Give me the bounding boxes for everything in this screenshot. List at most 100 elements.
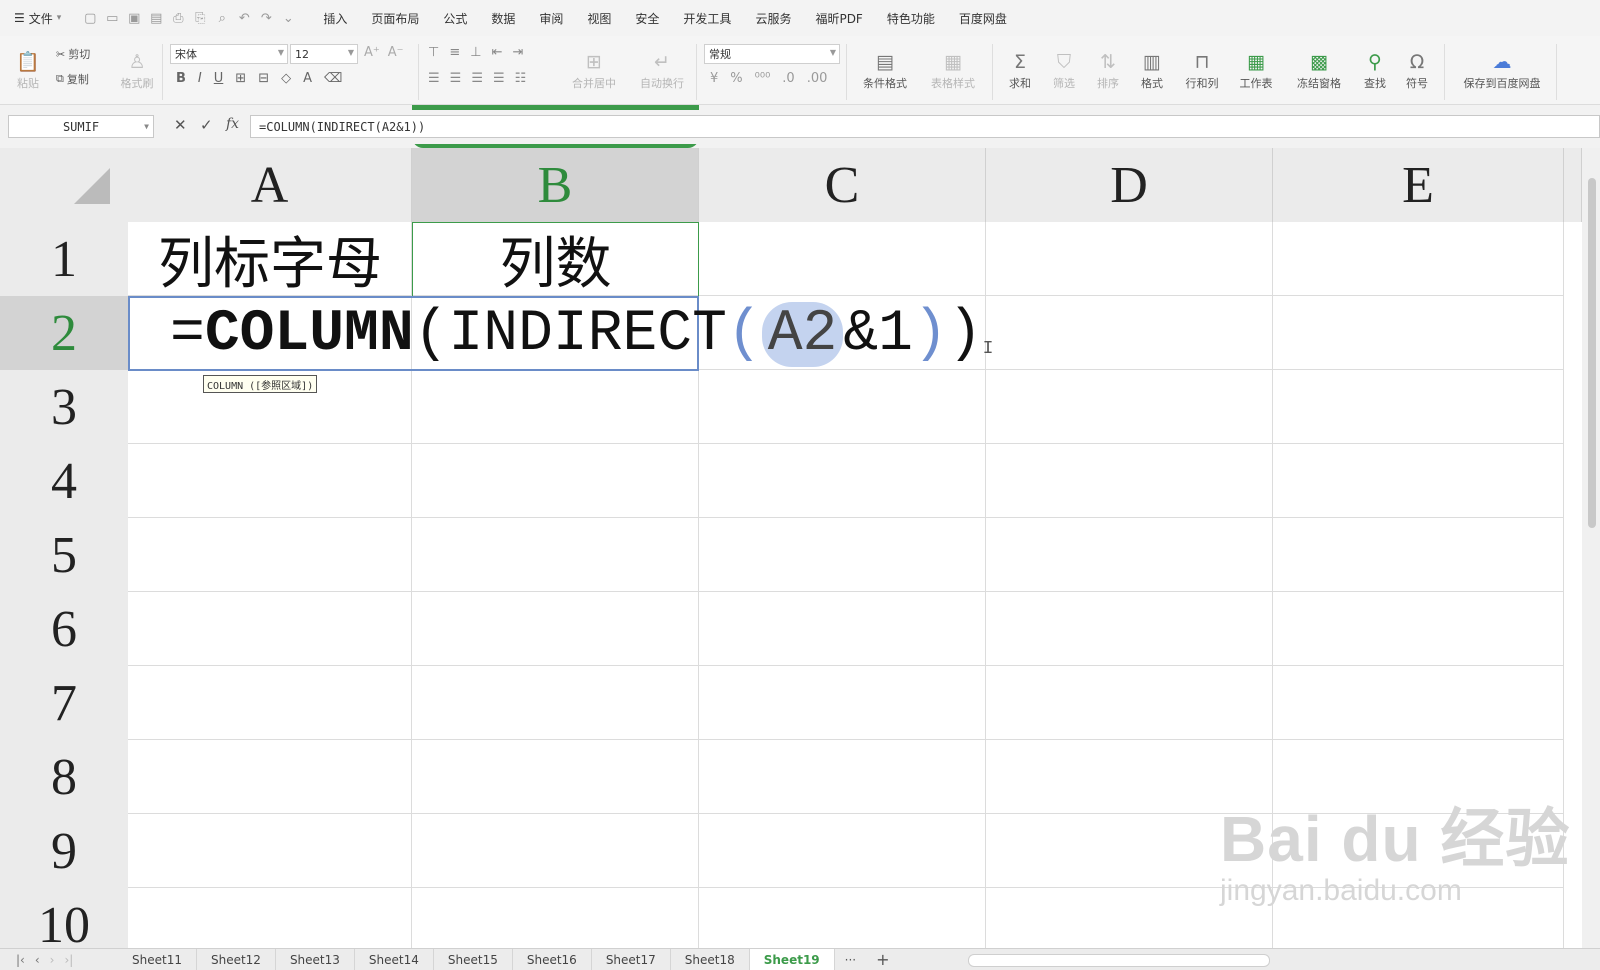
indent-icon[interactable]: ⇥ (512, 45, 523, 60)
filter-button[interactable]: ⛉ 筛选 (1044, 44, 1084, 98)
tab-7[interactable]: 安全 (623, 10, 671, 27)
export-pdf-icon[interactable]: ▤ (147, 9, 165, 27)
copy-button[interactable]: ⧉ 复制 (56, 71, 89, 87)
column-header-c[interactable]: C (699, 148, 986, 222)
align-center-icon[interactable]: ☰ (450, 71, 462, 86)
decrease-decimal-icon[interactable]: .00 (807, 71, 828, 86)
row-header-3[interactable]: 3 (0, 370, 128, 445)
currency-icon[interactable]: ¥ (710, 71, 718, 86)
more-sheets-button[interactable]: ··· (835, 953, 866, 967)
select-all-corner[interactable] (0, 148, 128, 222)
sheet-tab-sheet13[interactable]: Sheet13 (276, 949, 355, 970)
decrease-font-icon[interactable]: A⁻ (388, 45, 404, 60)
row-header-2[interactable]: 2 (0, 296, 128, 371)
file-menu-button[interactable]: ☰ 文件 ▾ (0, 10, 67, 27)
tab-4[interactable]: 数据 (479, 10, 527, 27)
confirm-icon[interactable]: ✓ (200, 116, 213, 134)
merge-border-icon[interactable]: ⊟ (258, 71, 269, 86)
underline-icon[interactable]: U (214, 71, 224, 86)
tab-11[interactable]: 特色功能 (875, 10, 947, 27)
row-header-7[interactable]: 7 (0, 666, 128, 741)
cell-a1[interactable]: 列标字母 (128, 222, 412, 297)
table-style-button[interactable]: ▦ 表格样式 (920, 44, 986, 98)
align-left-icon[interactable]: ☰ (428, 71, 440, 86)
save-to-baidu-button[interactable]: ☁ 保存到百度网盘 (1452, 44, 1552, 98)
name-box[interactable]: SUMIF ▼ (8, 115, 154, 138)
tab-12[interactable]: 百度网盘 (947, 10, 1019, 27)
format-button[interactable]: ▥ 格式 (1132, 44, 1172, 98)
number-format-select[interactable]: 常规 ▼ (704, 44, 840, 64)
print-preview-icon[interactable]: ⎘ (191, 9, 209, 27)
horizontal-scrollbar[interactable] (968, 954, 1270, 967)
rows-cols-button[interactable]: ⊓ 行和列 (1178, 44, 1226, 98)
print-icon[interactable]: ⎙ (169, 9, 187, 27)
sheet-tab-sheet19[interactable]: Sheet19 (749, 949, 835, 970)
column-header-a[interactable]: A (128, 148, 412, 222)
redo-icon[interactable]: ↷ (257, 9, 275, 27)
sheet-tab-sheet17[interactable]: Sheet17 (592, 949, 671, 970)
conditional-format-button[interactable]: ▤ 条件格式 (852, 44, 918, 98)
italic-icon[interactable]: I (198, 71, 202, 86)
cancel-icon[interactable]: ✕ (174, 116, 187, 134)
vertical-scrollbar[interactable] (1582, 148, 1600, 948)
cut-button[interactable]: ✂ 剪切 (56, 46, 90, 62)
border-icon[interactable]: ⊞ (235, 71, 246, 86)
find-button[interactable]: ⚲ 查找 (1356, 44, 1394, 98)
wrap-text-button[interactable]: ↵ 自动换行 (634, 44, 690, 98)
column-header-d[interactable]: D (986, 148, 1273, 222)
sheet-tab-sheet12[interactable]: Sheet12 (197, 949, 276, 970)
row-header-8[interactable]: 8 (0, 740, 128, 815)
sheet-tab-sheet15[interactable]: Sheet15 (434, 949, 513, 970)
column-header-e[interactable]: E (1273, 148, 1564, 222)
column-header-b[interactable]: B (412, 148, 699, 222)
symbol-button[interactable]: Ω 符号 (1398, 44, 1436, 98)
row-header-6[interactable]: 6 (0, 592, 128, 667)
font-name-select[interactable]: 宋体 ▼ (170, 44, 288, 64)
align-middle-icon[interactable]: ≡ (449, 45, 460, 60)
percent-icon[interactable]: % (730, 71, 742, 86)
row-header-9[interactable]: 9 (0, 814, 128, 889)
sheet-tab-sheet14[interactable]: Sheet14 (355, 949, 434, 970)
first-sheet-icon[interactable]: |‹ (16, 953, 25, 967)
row-header-1[interactable]: 1 (0, 222, 128, 297)
justify-icon[interactable]: ☰ (493, 71, 505, 86)
tab-2[interactable]: 页面布局 (359, 10, 431, 27)
prev-sheet-icon[interactable]: ‹ (35, 953, 40, 967)
tab-1[interactable]: 插入 (311, 10, 359, 27)
add-sheet-button[interactable]: + (866, 950, 899, 969)
row-header-5[interactable]: 5 (0, 518, 128, 593)
merge-center-button[interactable]: ⊞ 合并居中 (566, 44, 622, 98)
increase-font-icon[interactable]: A⁺ (364, 45, 380, 60)
align-bottom-icon[interactable]: ⊥ (470, 45, 481, 60)
row-header-4[interactable]: 4 (0, 444, 128, 519)
increase-decimal-icon[interactable]: .0 (782, 71, 794, 86)
sum-button[interactable]: Σ 求和 (1000, 44, 1040, 98)
tab-6[interactable]: 视图 (575, 10, 623, 27)
tab-5[interactable]: 审阅 (527, 10, 575, 27)
open-folder-icon[interactable]: ▭ (103, 9, 121, 27)
sheet-tab-sheet18[interactable]: Sheet18 (671, 949, 750, 970)
paste-button[interactable]: 📋 粘贴 (10, 44, 46, 98)
next-sheet-icon[interactable]: › (50, 953, 55, 967)
clear-format-icon[interactable]: ⌫ (324, 71, 342, 86)
freeze-panes-button[interactable]: ▩ 冻结窗格 (1288, 44, 1350, 98)
customize-dropdown-icon[interactable]: ⌄ (279, 9, 297, 27)
undo-icon[interactable]: ↶ (235, 9, 253, 27)
row-header-10[interactable]: 10 (0, 888, 128, 948)
font-size-select[interactable]: 12 ▼ (290, 44, 358, 64)
fx-icon[interactable]: fx (226, 116, 239, 132)
bold-icon[interactable]: B (176, 71, 186, 86)
tab-3[interactable]: 公式 (431, 10, 479, 27)
distribute-icon[interactable]: ☷ (515, 71, 527, 86)
font-color-icon[interactable]: A (303, 71, 312, 86)
save-icon[interactable]: ▣ (125, 9, 143, 27)
sort-button[interactable]: ⇅ 排序 (1088, 44, 1128, 98)
format-painter-button[interactable]: ♙ 格式刷 (116, 44, 158, 98)
in-cell-formula[interactable]: = COLUMN ( INDIRECT ( A2 &1 ) ) I (170, 301, 993, 367)
sheet-tab-sheet11[interactable]: Sheet11 (118, 949, 197, 970)
align-top-icon[interactable]: ⊤ (428, 45, 439, 60)
align-right-icon[interactable]: ☰ (471, 71, 483, 86)
formula-input[interactable]: =COLUMN(INDIRECT(A2&1)) (250, 115, 1600, 138)
outdent-icon[interactable]: ⇤ (492, 45, 503, 60)
vertical-scroll-thumb[interactable] (1588, 178, 1596, 528)
